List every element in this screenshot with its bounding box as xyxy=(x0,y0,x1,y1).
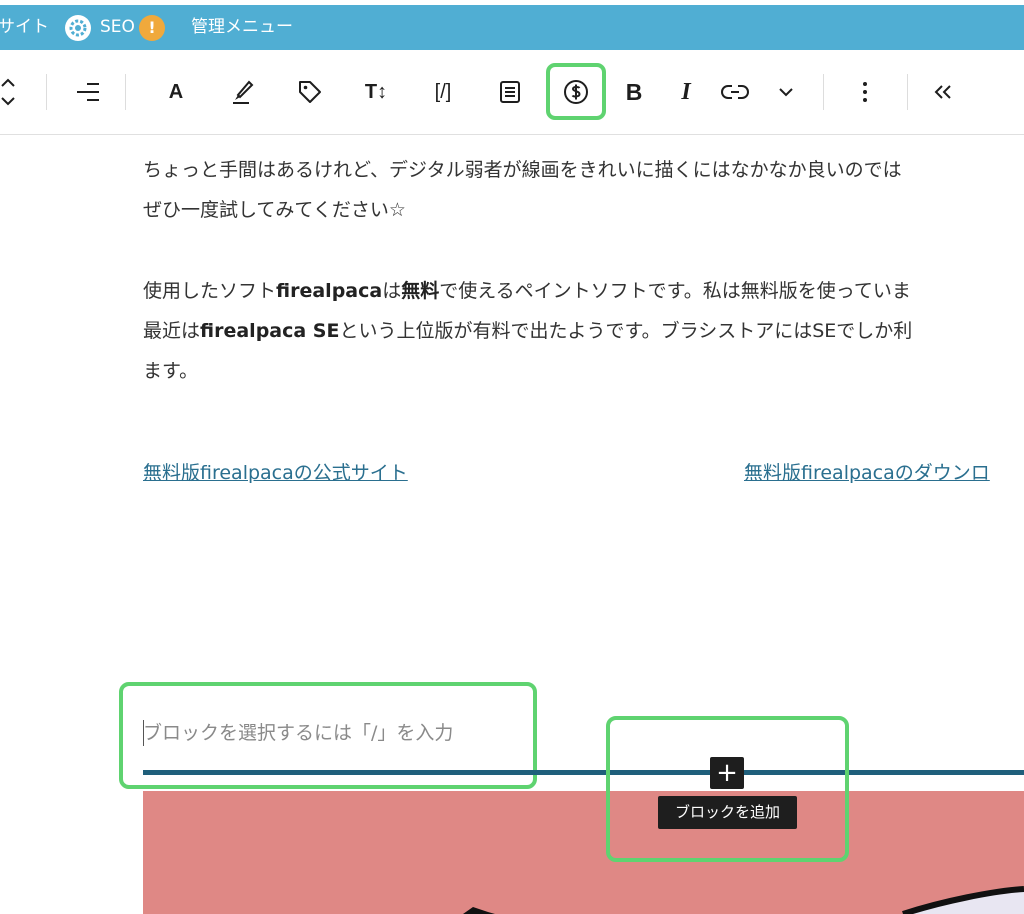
link-button[interactable] xyxy=(715,72,755,112)
official-site-link[interactable]: 無料版firealpacaの公式サイト xyxy=(143,458,408,488)
toolbar-divider xyxy=(125,74,126,110)
move-up-down-button[interactable] xyxy=(0,72,28,112)
paragraph[interactable]: ちょっと手間はあるけれど、デジタル弱者が線画をきれいに描くにはなかなか良いのでは… xyxy=(143,150,902,230)
seo-gear-icon[interactable] xyxy=(65,15,91,41)
italic-button[interactable]: I xyxy=(666,72,706,112)
illustration-image xyxy=(463,886,1024,914)
text-run: は xyxy=(382,280,402,302)
block-inserter-line xyxy=(143,770,1024,775)
paragraph-line: 最近はfirealpaca SEという上位版が有料で出たようです。ブラシストアに… xyxy=(143,311,912,351)
bold-text: firealpaca SE xyxy=(200,320,340,342)
bold-button[interactable]: B xyxy=(614,72,654,112)
chevron-up-down-icon xyxy=(0,74,17,110)
vertical-dots-icon xyxy=(862,80,868,104)
more-button[interactable] xyxy=(766,72,806,112)
image-block[interactable] xyxy=(143,791,1024,914)
text-run: 使用したソフト xyxy=(143,280,277,302)
highlight-button[interactable] xyxy=(222,72,262,112)
bold-text: 無料 xyxy=(401,280,440,302)
toolbar-divider xyxy=(907,74,908,110)
chevron-down-icon xyxy=(777,86,795,98)
admin-menu[interactable]: 管理メニュー xyxy=(191,5,293,50)
shortcode-button[interactable]: [/] xyxy=(423,72,463,112)
double-chevron-left-icon xyxy=(932,83,954,101)
brush-icon xyxy=(229,79,255,105)
admin-bar: サイト SEO ! 管理メニュー xyxy=(0,5,1024,50)
font-size-button[interactable]: T↕ xyxy=(356,72,396,112)
paragraph-line: ます。 xyxy=(143,360,199,382)
toolbar-divider xyxy=(46,74,47,110)
block-toolbar: A T↕ [/] B I xyxy=(0,50,1024,135)
text-color-button[interactable]: A xyxy=(156,72,196,112)
site-link[interactable]: サイト xyxy=(0,5,49,50)
paragraph-line: ちょっと手間はあるけれど、デジタル弱者が線画をきれいに描くにはなかなか良いのでは xyxy=(143,159,902,181)
align-button[interactable] xyxy=(68,72,108,112)
toolbar-divider xyxy=(823,74,824,110)
paragraph-line: ぜひ一度試してみてください☆ xyxy=(143,199,406,221)
collapse-button[interactable] xyxy=(923,72,963,112)
bold-text: firealpaca xyxy=(276,280,383,302)
options-button[interactable] xyxy=(845,72,885,112)
align-right-icon xyxy=(75,80,101,104)
seo-warning-badge: ! xyxy=(139,15,165,41)
link-icon xyxy=(721,82,749,102)
tag-icon xyxy=(297,79,323,105)
seo-menu[interactable]: SEO xyxy=(100,5,135,50)
add-block-highlight xyxy=(606,716,849,862)
paragraph-line: 使用したソフトfirealpacaは無料で使えるペイントソフトです。私は無料版を… xyxy=(143,271,912,311)
download-link[interactable]: 無料版firealpacaのダウンロ xyxy=(744,458,990,488)
document-icon xyxy=(499,80,521,104)
tag-button[interactable] xyxy=(290,72,330,112)
text-run: という上位版が有料で出たようです。ブラシストアにはSEでしか利 xyxy=(339,320,913,342)
paragraph[interactable]: 使用したソフトfirealpacaは無料で使えるペイントソフトです。私は無料版を… xyxy=(143,271,912,391)
document-button[interactable] xyxy=(490,72,530,112)
text-run: で使えるペイントソフトです。私は無料版を使っていま xyxy=(439,280,911,302)
money-button-highlight xyxy=(546,63,606,120)
text-run: 最近は xyxy=(143,320,201,342)
